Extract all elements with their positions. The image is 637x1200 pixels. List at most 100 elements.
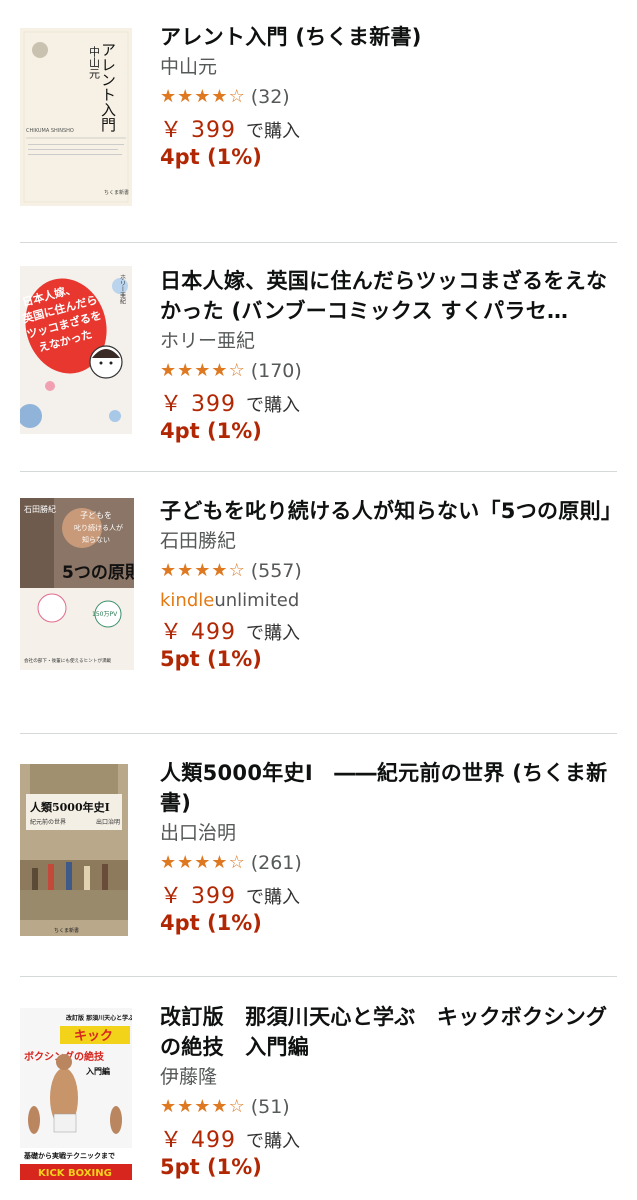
book-cover-art: 日本人嫁、 英国に住んだら ツッコまざるを えなかった ホリー亜紀 [20, 266, 132, 434]
star-full-icon: ★ [160, 86, 177, 107]
buy-label: で購入 [246, 1131, 300, 1152]
star-full-icon: ★ [194, 360, 211, 381]
book-cover[interactable]: 人類5000年史Ⅰ 紀元前の世界 出口治明 ちくま新書 [20, 764, 128, 936]
star-full-icon: ★ [194, 852, 211, 873]
list-item[interactable]: 中山元 アレント入門 CHIKUMA SHINSHO ちくま新書 アレント入門 … [0, 22, 637, 222]
star-rating: ★ ★ ★ ★ ☆ [160, 853, 245, 873]
book-cover[interactable]: 石田勝紀 子どもを 叱り続ける人が 知らない 5つの原則 150万PV 会社の部… [20, 498, 134, 670]
rating-row[interactable]: ★ ★ ★ ★ ☆ (261) [160, 848, 619, 878]
cover-vertical-title: アレント入門 [99, 42, 117, 133]
book-cover[interactable]: 中山元 アレント入門 CHIKUMA SHINSHO ちくま新書 [20, 28, 132, 206]
cover-line1: 子どもを [80, 511, 112, 520]
book-author: 伊藤隆 [160, 1066, 218, 1088]
buy-label: で購入 [246, 623, 300, 644]
divider [20, 471, 617, 472]
cover-author: 出口治明 [96, 818, 120, 826]
list-item[interactable]: 人類5000年史Ⅰ 紀元前の世界 出口治明 ちくま新書 人類5000年史Ⅰ ――… [0, 758, 637, 958]
book-title[interactable]: 子どもを叱り続ける人が知らない「5つの原則」 [160, 496, 619, 526]
cover-line3: 知らない [82, 535, 110, 544]
unlimited-label: unlimited [214, 589, 300, 611]
star-full-icon: ★ [160, 852, 177, 873]
price-row: ￥ 499 で購入 [160, 1122, 619, 1153]
cover-line2: 叱り続ける人が [74, 523, 123, 532]
kindle-label: kindle [160, 589, 215, 611]
rating-count: (557) [250, 560, 302, 582]
rating-row[interactable]: ★ ★ ★ ★ ☆ (51) [160, 1092, 619, 1122]
rating-row[interactable]: ★ ★ ★ ★ ☆ (32) [160, 82, 619, 112]
book-title[interactable]: 人類5000年史Ⅰ ――紀元前の世界 (ちくま新書) [160, 758, 619, 818]
list-item[interactable]: 日本人嫁、 英国に住んだら ツッコまざるを えなかった ホリー亜紀 日本人嫁、英… [0, 266, 637, 466]
price: ￥ 499 [160, 1128, 236, 1153]
cover-publisher-en: CHIKUMA SHINSHO [26, 128, 74, 134]
star-rating: ★ ★ ★ ★ ☆ [160, 561, 245, 581]
star-rating: ★ ★ ★ ★ ☆ [160, 1097, 245, 1117]
book-title[interactable]: 改訂版 那須川天心と学ぶ キックボクシングの絶技 入門編 [160, 1002, 619, 1062]
star-empty-icon: ☆ [228, 86, 245, 107]
cover-sub: 入門編 [85, 1066, 110, 1076]
cover-author: ホリー亜紀 [119, 274, 126, 304]
star-rating: ★ ★ ★ ★ ☆ [160, 87, 245, 107]
book-title[interactable]: アレント入門 (ちくま新書) [160, 22, 619, 52]
book-cover-art: 中山元 アレント入門 CHIKUMA SHINSHO ちくま新書 [20, 28, 132, 206]
points: 5pt (1%) [160, 1155, 262, 1179]
price: ￥ 499 [160, 620, 236, 645]
star-empty-icon: ☆ [228, 852, 245, 873]
star-full-icon: ★ [211, 560, 228, 581]
rating-row[interactable]: ★ ★ ★ ★ ☆ (557) [160, 556, 619, 586]
points: 5pt (1%) [160, 647, 262, 671]
star-full-icon: ★ [177, 1096, 194, 1117]
points: 4pt (1%) [160, 419, 262, 443]
search-results-list: 中山元 アレント入門 CHIKUMA SHINSHO ちくま新書 アレント入門 … [0, 0, 637, 1200]
book-title[interactable]: 日本人嫁、英国に住んだらツッコまざるをえなかった (バンブーコミックス すくパラ… [160, 266, 619, 326]
book-author: 出口治明 [160, 822, 237, 844]
cover-badge: 150万PV [92, 611, 118, 618]
divider [20, 733, 617, 734]
cover-banner: KICK BOXING [38, 1168, 112, 1179]
cover-publisher: ちくま新書 [54, 927, 79, 934]
book-author: 石田勝紀 [160, 530, 237, 552]
price: ￥ 399 [160, 392, 236, 417]
cover-publisher: ちくま新書 [104, 189, 129, 196]
price: ￥ 399 [160, 884, 236, 909]
cover-big-title: 5つの原則 [62, 563, 134, 583]
item-info: 改訂版 那須川天心と学ぶ キックボクシングの絶技 入門編 伊藤隆 ★ ★ ★ ★… [160, 1002, 619, 1182]
star-empty-icon: ☆ [228, 1096, 245, 1117]
rating-count: (261) [250, 852, 302, 874]
book-cover-art: 改訂版 那須川天心と学ぶ キック ボクシングの絶技 入門編 基礎から実戦テクニッ… [20, 1008, 132, 1180]
item-info: アレント入門 (ちくま新書) 中山元 ★ ★ ★ ★ ☆ (32) ￥ 399 … [160, 22, 619, 172]
rating-count: (51) [250, 1096, 290, 1118]
star-full-icon: ★ [211, 360, 228, 381]
points: 4pt (1%) [160, 145, 262, 169]
star-empty-icon: ☆ [228, 360, 245, 381]
item-info: 日本人嫁、英国に住んだらツッコまざるをえなかった (バンブーコミックス すくパラ… [160, 266, 619, 446]
star-empty-icon: ☆ [228, 560, 245, 581]
star-full-icon: ★ [177, 86, 194, 107]
star-full-icon: ★ [177, 360, 194, 381]
rating-row[interactable]: ★ ★ ★ ★ ☆ (170) [160, 356, 619, 386]
star-full-icon: ★ [194, 560, 211, 581]
kindle-unlimited-badge: kindle unlimited [160, 586, 619, 614]
star-rating: ★ ★ ★ ★ ☆ [160, 361, 245, 381]
cover-footer: 会社の部下・後輩にも使えるヒントが満載 [24, 657, 112, 664]
buy-label: で購入 [246, 887, 300, 908]
book-author: ホリー亜紀 [160, 330, 256, 352]
star-full-icon: ★ [177, 560, 194, 581]
cover-author: 石田勝紀 [24, 504, 56, 514]
buy-label: で購入 [246, 121, 300, 142]
price-row: ￥ 399 で購入 [160, 112, 619, 143]
star-full-icon: ★ [160, 560, 177, 581]
item-info: 人類5000年史Ⅰ ――紀元前の世界 (ちくま新書) 出口治明 ★ ★ ★ ★ … [160, 758, 619, 938]
list-item[interactable]: 改訂版 那須川天心と学ぶ キック ボクシングの絶技 入門編 基礎から実戦テクニッ… [0, 1002, 637, 1200]
book-cover-art: 石田勝紀 子どもを 叱り続ける人が 知らない 5つの原則 150万PV 会社の部… [20, 498, 134, 670]
star-full-icon: ★ [194, 1096, 211, 1117]
price-row: ￥ 399 で購入 [160, 878, 619, 909]
book-cover-art: 人類5000年史Ⅰ 紀元前の世界 出口治明 ちくま新書 [20, 764, 128, 936]
star-full-icon: ★ [211, 1096, 228, 1117]
book-cover[interactable]: 改訂版 那須川天心と学ぶ キック ボクシングの絶技 入門編 基礎から実戦テクニッ… [20, 1008, 132, 1180]
points: 4pt (1%) [160, 911, 262, 935]
star-full-icon: ★ [177, 852, 194, 873]
book-author: 中山元 [160, 56, 218, 78]
book-cover[interactable]: 日本人嫁、 英国に住んだら ツッコまざるを えなかった ホリー亜紀 [20, 266, 132, 434]
list-item[interactable]: 石田勝紀 子どもを 叱り続ける人が 知らない 5つの原則 150万PV 会社の部… [0, 496, 637, 706]
price-row: ￥ 399 で購入 [160, 386, 619, 417]
